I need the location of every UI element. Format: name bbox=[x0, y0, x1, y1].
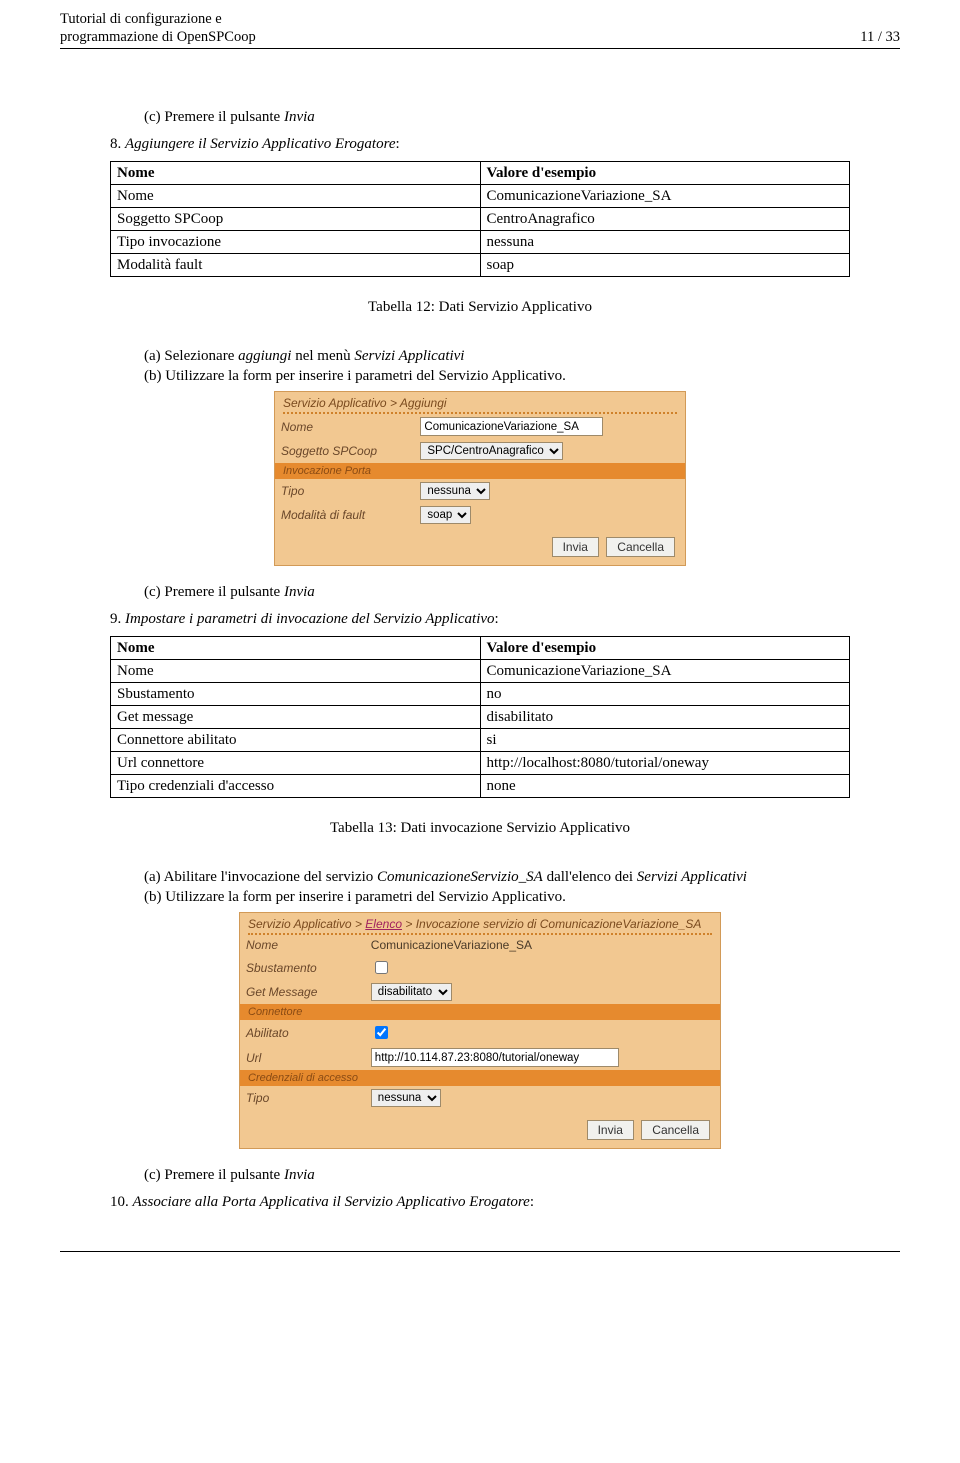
tipo-select[interactable]: nessuna bbox=[420, 482, 490, 500]
table-12-caption: Tabella 12: Dati Servizio Applicativo bbox=[110, 299, 850, 316]
section-connettore: Connettore bbox=[240, 1004, 720, 1020]
cancella-button-2[interactable]: Cancella bbox=[641, 1120, 710, 1140]
section-invocazione-porta: Invocazione Porta bbox=[275, 463, 685, 479]
tipo-select-2[interactable]: nessuna bbox=[371, 1089, 441, 1107]
section-credenziali: Credenziali di accesso bbox=[240, 1070, 720, 1086]
t13-head-r: Valore d'esempio bbox=[480, 637, 850, 660]
url-input[interactable] bbox=[371, 1048, 619, 1067]
table-13-caption: Tabella 13: Dati invocazione Servizio Ap… bbox=[110, 820, 850, 837]
step-8b: (b) Utilizzare la form per inserire i pa… bbox=[144, 368, 850, 385]
header-rule bbox=[60, 48, 900, 49]
nome-input[interactable] bbox=[420, 417, 603, 436]
invia-button[interactable]: Invia bbox=[552, 537, 599, 557]
step-8: 8. Aggiungere il Servizio Applicativo Er… bbox=[110, 136, 850, 153]
step-9b: (b) Utilizzare la form per inserire i pa… bbox=[144, 889, 850, 906]
table-12: Nome Valore d'esempio NomeComunicazioneV… bbox=[110, 161, 850, 277]
screenshot-aggiungi: Servizio Applicativo > Aggiungi Nome Sog… bbox=[274, 391, 686, 566]
page-number: 11 / 33 bbox=[860, 29, 900, 46]
abilitato-checkbox[interactable] bbox=[375, 1026, 388, 1039]
step-10: 10. Associare alla Porta Applicativa il … bbox=[110, 1194, 850, 1211]
url-label: Url bbox=[240, 1045, 365, 1070]
t13-head-l: Nome bbox=[111, 637, 481, 660]
sbustamento-label: Sbustamento bbox=[240, 955, 365, 980]
nome-value-2: ComunicazioneVariazione_SA bbox=[371, 938, 532, 952]
t12-head-l: Nome bbox=[111, 162, 481, 185]
abilitato-label: Abilitato bbox=[240, 1020, 365, 1045]
header-title-line2: programmazione di OpenSPCoop bbox=[60, 28, 256, 46]
getmessage-label: Get Message bbox=[240, 980, 365, 1004]
nome-label-2: Nome bbox=[240, 935, 365, 955]
soggetto-select[interactable]: SPC/CentroAnagrafico bbox=[420, 442, 563, 460]
fault-label: Modalità di fault bbox=[275, 503, 414, 527]
tipo-label-2: Tipo bbox=[240, 1086, 365, 1110]
step-9c: (c) Premere il pulsante Invia bbox=[144, 1167, 850, 1184]
sbustamento-checkbox[interactable] bbox=[375, 961, 388, 974]
step-8c: (c) Premere il pulsante Invia bbox=[144, 584, 850, 601]
breadcrumb-2: Servizio Applicativo > Elenco > Invocazi… bbox=[240, 913, 720, 933]
breadcrumb: Servizio Applicativo > Aggiungi bbox=[275, 392, 685, 412]
footer-rule bbox=[60, 1251, 900, 1252]
table-13: Nome Valore d'esempio NomeComunicazioneV… bbox=[110, 636, 850, 798]
t12-head-r: Valore d'esempio bbox=[480, 162, 850, 185]
invia-button-2[interactable]: Invia bbox=[587, 1120, 634, 1140]
step-9: 9. Impostare i parametri di invocazione … bbox=[110, 611, 850, 628]
header-title-line1: Tutorial di configurazione e bbox=[60, 10, 256, 28]
elenco-link[interactable]: Elenco bbox=[365, 917, 402, 931]
tipo-label: Tipo bbox=[275, 479, 414, 503]
page-header: Tutorial di configurazione e programmazi… bbox=[60, 10, 900, 46]
step-9a: (a) Abilitare l'invocazione del servizio… bbox=[144, 869, 850, 886]
soggetto-label: Soggetto SPCoop bbox=[275, 439, 414, 463]
fault-select[interactable]: soap bbox=[420, 506, 471, 524]
screenshot-invocazione: Servizio Applicativo > Elenco > Invocazi… bbox=[239, 912, 721, 1149]
nome-label: Nome bbox=[275, 414, 414, 439]
getmessage-select[interactable]: disabilitato bbox=[371, 983, 452, 1001]
step-c-1: (c) Premere il pulsante Invia bbox=[144, 109, 850, 126]
cancella-button[interactable]: Cancella bbox=[606, 537, 675, 557]
step-8a: (a) Selezionare aggiungi nel menù Serviz… bbox=[144, 348, 850, 365]
